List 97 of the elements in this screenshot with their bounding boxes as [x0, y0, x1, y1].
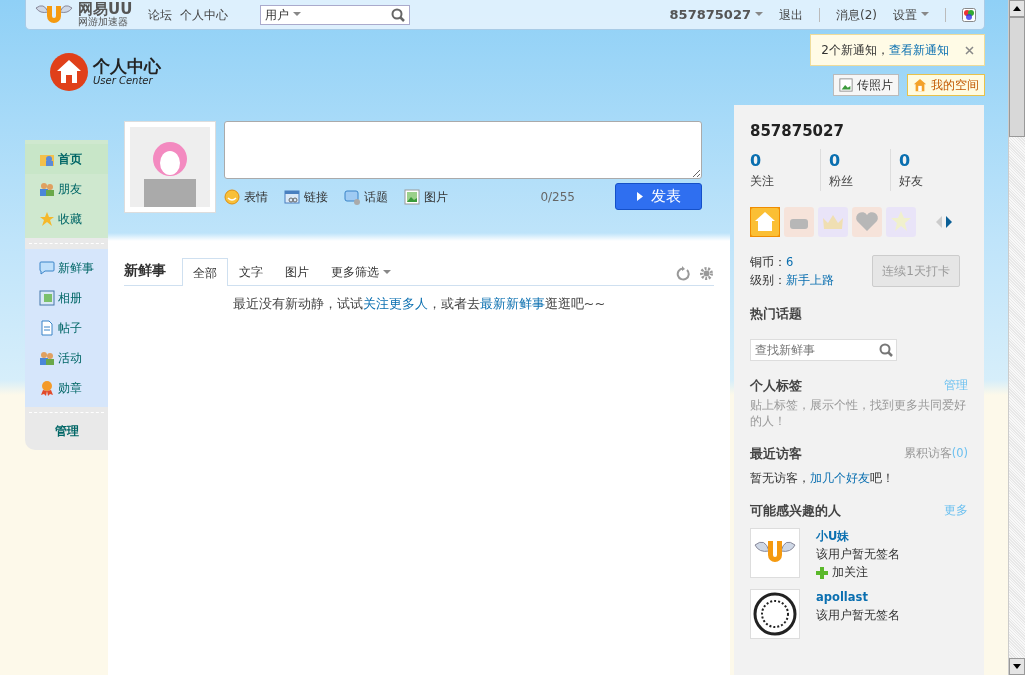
crown-badge-icon[interactable] [818, 206, 848, 237]
photo-album-icon [39, 290, 55, 306]
post-button[interactable]: 发表 [615, 183, 702, 210]
picture-icon [404, 188, 420, 205]
search-icon [391, 7, 406, 22]
text-link[interactable]: 最新新鲜事 [479, 296, 545, 311]
visitor-count: 累积访客(0) [903, 446, 968, 462]
follow-link[interactable]: 加关注 [816, 563, 900, 582]
settings-link[interactable]: 设置 [893, 5, 917, 24]
sidebar-item[interactable]: 新鲜事 [25, 253, 108, 283]
scrollbar[interactable] [1008, 0, 1025, 675]
medal-icon [39, 380, 55, 396]
filter-tab[interactable]: 图片 [274, 258, 320, 285]
filter-tab[interactable]: 更多筛选 [320, 258, 402, 285]
close-icon [965, 45, 974, 55]
section-title: 可能感兴趣的人 [750, 502, 841, 520]
sidebar-item[interactable]: 活动 [25, 343, 108, 373]
scroll-thumb[interactable] [1009, 17, 1025, 137]
empty-feed-message: 最近没有新动静，试试关注更多人，或者去最新新鲜事逛逛吧~~ [231, 295, 607, 313]
smiley-icon [224, 188, 240, 205]
house-logo-icon [49, 51, 89, 92]
down-arrow-icon[interactable] [1013, 664, 1021, 669]
person-silhouette-icon [130, 127, 210, 207]
visitors-empty-text: 暂无访客，加几个好友吧！ [750, 470, 895, 487]
logout-link[interactable]: 退出 [779, 5, 803, 24]
section-title: 个人标签 [750, 376, 802, 395]
up-arrow-icon[interactable] [1013, 6, 1021, 11]
sidebar-item[interactable]: 首页 [25, 144, 108, 174]
text-link[interactable]: 查看新通知 [889, 43, 949, 57]
section-title: 新鲜事 [124, 261, 166, 280]
people-icon [39, 350, 55, 366]
toolbar-button[interactable]: 话题 [344, 187, 388, 206]
manage-link[interactable]: 管理 [25, 418, 108, 444]
photo-button[interactable]: 传照片 [833, 74, 899, 96]
chat-bubble-icon [344, 188, 360, 205]
sidebar-item[interactable]: 相册 [25, 283, 108, 313]
coins-text: 铜币：6 [750, 253, 795, 271]
level-text: 级别：新手上路 [750, 271, 834, 289]
tags-hint: 贴上标签，展示个性，找到更多共同爱好的人！ [750, 398, 967, 430]
nav-link[interactable]: 论坛 [148, 5, 173, 24]
text-link[interactable]: 加几个好友 [810, 470, 870, 485]
username-link[interactable]: 857875027 [669, 4, 751, 25]
play-triangle-icon [636, 192, 643, 201]
text-link[interactable]: 关注更多人 [362, 296, 428, 311]
signature-text: 该用户暂无签名 [816, 545, 900, 563]
search-icon [879, 342, 893, 357]
character-counter: 0/255 [540, 188, 575, 206]
house-badge-icon[interactable] [750, 206, 780, 237]
logo-title: 网易UU [78, 2, 133, 17]
sidebar-item[interactable]: 帖子 [25, 313, 108, 343]
search-field[interactable]: 用户 [260, 4, 411, 25]
star-badge-icon[interactable] [886, 206, 916, 237]
stat-link[interactable]: 0 关注 [750, 149, 820, 191]
username: 857875027 [750, 121, 845, 142]
messages-link[interactable]: 消息(2) [836, 5, 877, 24]
caret-icon [921, 12, 929, 17]
star-icon [39, 211, 55, 227]
refresh-icon [676, 266, 691, 281]
logo-title: 个人中心 [93, 56, 161, 76]
person-name-link[interactable]: apollast [816, 589, 900, 608]
signature-text: 该用户暂无签名 [816, 607, 900, 625]
filter-tab[interactable]: 全部 [182, 258, 228, 286]
color-palette-icon [962, 7, 976, 22]
caret-icon [755, 12, 763, 17]
search-field[interactable]: 查找新鲜事 [750, 338, 897, 361]
left-arrow-icon [936, 215, 942, 228]
house-icon [913, 78, 927, 92]
toolbar-button[interactable]: 图片 [404, 187, 448, 206]
settings-icon [699, 266, 714, 281]
logo-subtitle: 网游加速器 [78, 17, 129, 27]
right-arrow-icon [946, 215, 952, 228]
logo-subtitle: User Center [93, 75, 154, 87]
plus-icon [816, 566, 828, 579]
section-title: 最近访客 [750, 445, 802, 463]
sidebar-item[interactable]: 朋友 [25, 174, 108, 204]
heart-badge-icon[interactable] [852, 206, 882, 237]
post-text-field[interactable] [224, 121, 702, 179]
my-space-button[interactable]: 我的空间 [907, 74, 985, 96]
toolbar-button[interactable]: 链接 [284, 187, 328, 206]
sidebar-item[interactable]: 收藏 [25, 204, 108, 234]
text-link[interactable]: 新手上路 [786, 272, 834, 287]
person-name-link[interactable]: 小U妹 [816, 528, 900, 546]
picture-icon [839, 78, 853, 92]
stat-link[interactable]: 0 好友 [890, 149, 960, 191]
filter-tab[interactable]: 文字 [228, 258, 274, 285]
notification-text: 2个新通知，查看新通知 [821, 42, 949, 59]
caret-icon [293, 12, 302, 17]
sidebar-item[interactable]: 勋章 [25, 373, 108, 403]
link-window-icon [284, 188, 300, 205]
stat-link[interactable]: 0 粉丝 [820, 149, 890, 191]
nav-link[interactable]: 个人中心 [180, 5, 229, 24]
people-icon [39, 181, 55, 197]
search-scope[interactable]: 用户 [265, 5, 290, 24]
document-icon [39, 320, 55, 336]
section-title: 热门话题 [750, 305, 803, 323]
toolbar-button[interactable]: 表情 [224, 187, 268, 206]
speech-bubble-icon [39, 260, 55, 276]
